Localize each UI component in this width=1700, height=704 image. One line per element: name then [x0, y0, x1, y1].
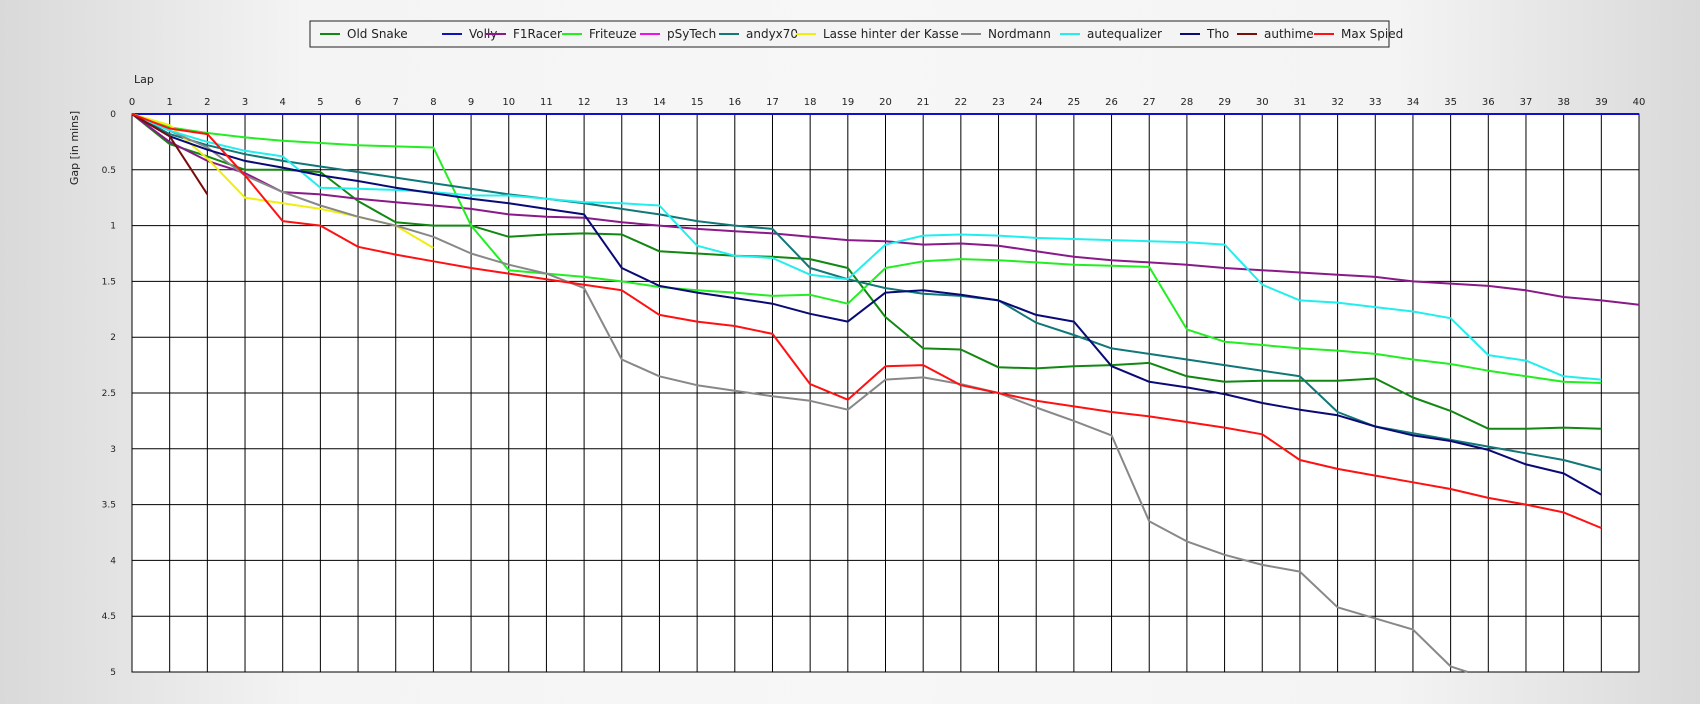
y-tick-label: 2.5 [102, 389, 116, 399]
y-tick-label: 2 [110, 333, 116, 343]
x-tick-label: 9 [468, 97, 474, 108]
x-tick-label: 36 [1482, 97, 1495, 108]
x-tick-label: 40 [1633, 97, 1646, 108]
x-tick-label: 32 [1331, 97, 1344, 108]
legend-label: Old Snake [347, 27, 408, 41]
x-tick-label: 13 [615, 97, 628, 108]
legend-label: Lasse hinter der Kasse [823, 27, 959, 41]
x-tick-label: 33 [1369, 97, 1382, 108]
x-tick-label: 16 [728, 97, 741, 108]
legend-label: pSyTech [667, 27, 716, 41]
y-tick-label: 5 [110, 668, 116, 678]
x-tick-label: 12 [578, 97, 591, 108]
chart-area: 0 1 2 3 4 5 6 7 8 9 10 11 12 13 14 15 16 17 18 19 20 21 22 23 24… [0, 0, 1700, 700]
x-tick-label: 17 [766, 97, 779, 108]
x-tick-label: 34 [1407, 97, 1420, 108]
x-tick-label: 29 [1218, 97, 1231, 108]
x-tick-label: 4 [280, 97, 286, 108]
legend-label: Max Spied [1341, 27, 1403, 41]
y-tick-label: 3.5 [102, 501, 116, 511]
y-tick-labels: 0 0.5 1 1.5 2 2.5 3 3.5 4 4.5 5 [102, 110, 117, 678]
y-tick-label: 1.5 [102, 277, 116, 287]
legend: Old Snake Volly F1Racer Friteuze pSyTech andy… [309, 20, 1403, 48]
x-tick-label: 7 [393, 97, 399, 108]
y-axis-label: Gap [in mins] [68, 111, 81, 185]
lap-gap-line-chart: 0 1 2 3 4 5 6 7 8 9 10 11 12 13 14 15 16 17 18 19 20 21 22 23 24… [68, 20, 1646, 678]
x-tick-label: 27 [1143, 97, 1156, 108]
x-tick-label: 39 [1595, 97, 1608, 108]
x-tick-label: 21 [917, 97, 930, 108]
legend-label: Friteuze [589, 27, 637, 41]
y-tick-label: 3 [110, 445, 116, 455]
legend-label: Tho [1206, 27, 1229, 41]
x-tick-label: 1 [166, 97, 172, 108]
legend-label: andyx70 [746, 27, 798, 41]
x-tick-label: 26 [1105, 97, 1118, 108]
x-tick-label: 37 [1520, 97, 1533, 108]
x-tick-label: 3 [242, 97, 248, 108]
legend-label: F1Racer [513, 27, 562, 41]
x-tick-label: 2 [204, 97, 210, 108]
y-tick-label: 4.5 [102, 612, 116, 622]
x-tick-label: 30 [1256, 97, 1269, 108]
grid-lines [131, 113, 1640, 673]
x-tick-label: 31 [1294, 97, 1307, 108]
x-tick-label: 15 [691, 97, 704, 108]
x-tick-label: 23 [992, 97, 1005, 108]
x-axis-label: Lap [134, 73, 154, 86]
x-tick-label: 10 [502, 97, 515, 108]
x-tick-label: 0 [129, 97, 135, 108]
legend-label: autequalizer [1087, 27, 1162, 41]
legend-label: Nordmann [988, 27, 1051, 41]
legend-label: authime [1264, 27, 1314, 41]
y-tick-label: 4 [110, 556, 116, 566]
x-tick-label: 6 [355, 97, 361, 108]
x-tick-label: 24 [1030, 97, 1043, 108]
y-tick-label: 0.5 [102, 166, 116, 176]
x-tick-label: 38 [1557, 97, 1570, 108]
x-tick-label: 22 [954, 97, 967, 108]
y-tick-label: 1 [110, 222, 116, 232]
x-tick-label: 20 [879, 97, 892, 108]
x-tick-label: 35 [1444, 97, 1457, 108]
x-tick-label: 8 [430, 97, 436, 108]
x-tick-label: 19 [841, 97, 854, 108]
x-tick-label: 25 [1068, 97, 1081, 108]
x-tick-label: 5 [317, 97, 323, 108]
x-tick-label: 14 [653, 97, 666, 108]
x-tick-labels: 0 1 2 3 4 5 6 7 8 9 10 11 12 13 14 15 16 17 18 19 20 21 22 23 24… [129, 97, 1646, 108]
x-tick-label: 11 [540, 97, 553, 108]
x-tick-label: 28 [1181, 97, 1194, 108]
x-tick-label: 18 [804, 97, 817, 108]
y-tick-label: 0 [110, 110, 116, 120]
